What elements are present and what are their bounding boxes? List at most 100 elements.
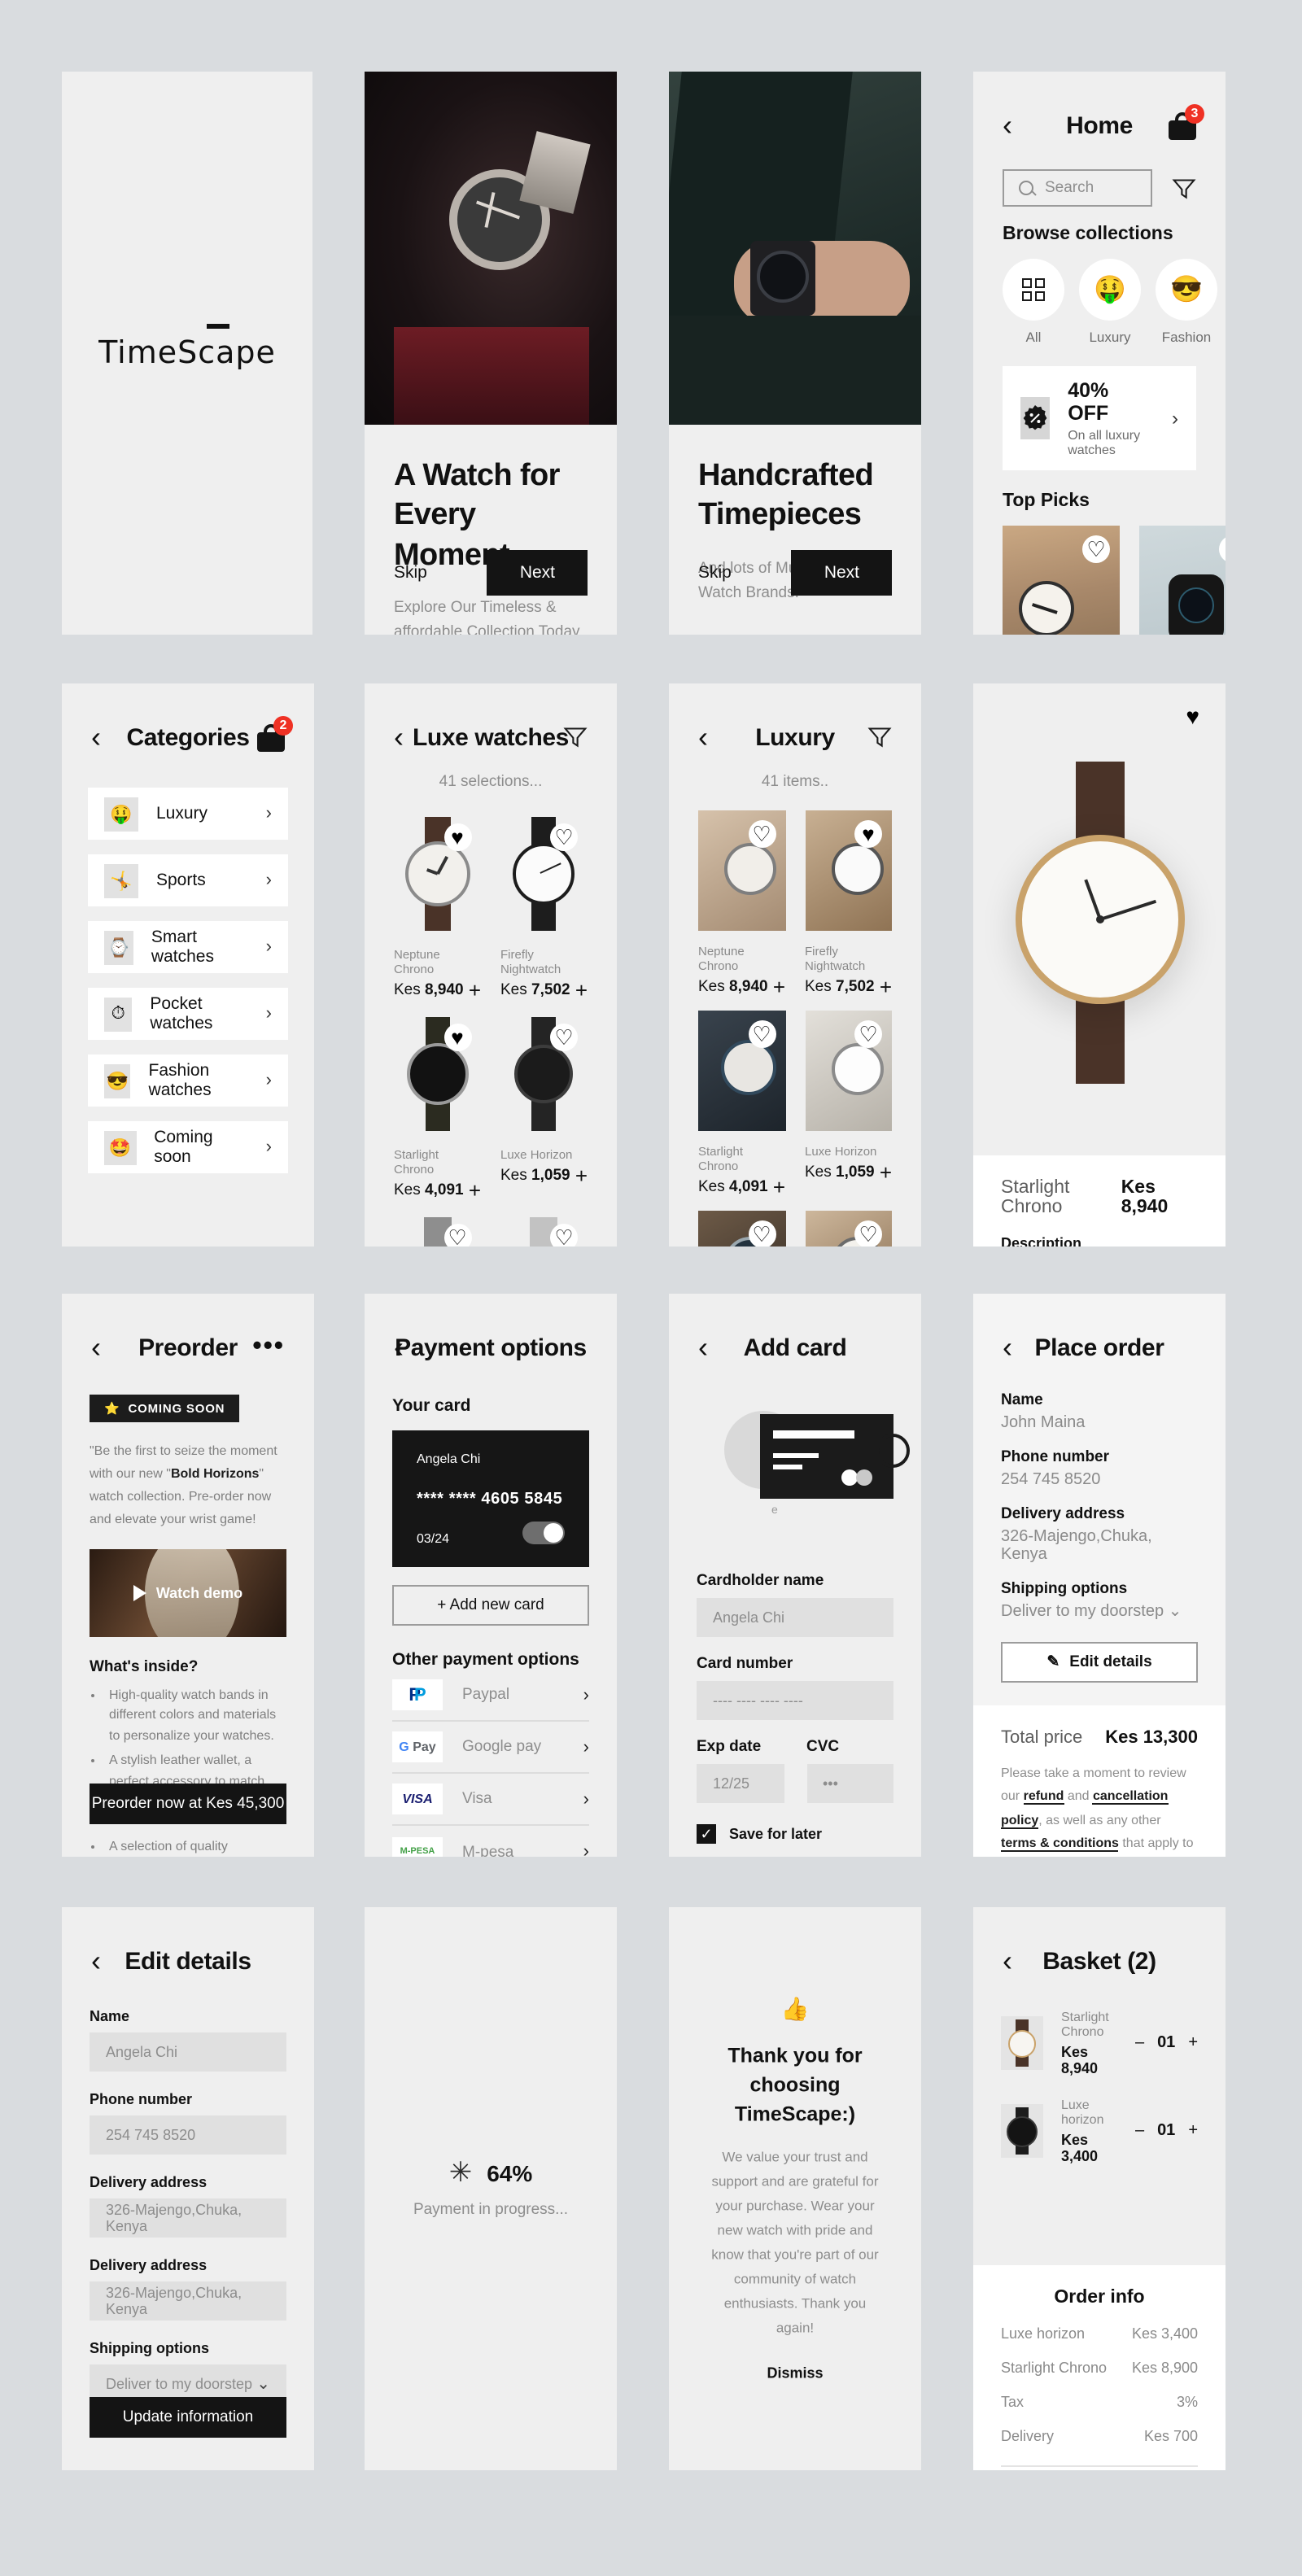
edit-details-button[interactable]: ✎ Edit details [1001,1642,1198,1683]
product-card[interactable]: ♥ Neptune Chrono Kes 8,940 + [394,814,481,1001]
category-item-pocket-watches[interactable]: ⏱ Pocket watches › [88,988,288,1040]
skip-button-2[interactable]: Skip [698,563,732,583]
phone-input[interactable]: 254 745 8520 [90,2115,286,2155]
back-icon[interactable]: ‹ [91,1333,101,1362]
filter-icon[interactable] [867,726,892,749]
payment-method-google-pay[interactable]: G Pay Google pay › [392,1722,589,1774]
back-icon[interactable]: ‹ [1003,111,1012,140]
product-card[interactable]: ♡ [805,1211,892,1247]
favorite-button[interactable]: ♡ [748,820,776,848]
address-input-2[interactable]: 326-Majengo,Chuka, Kenya [90,2281,286,2321]
save-for-later-checkbox[interactable]: ✓ [697,1824,716,1844]
category-item-sports[interactable]: 🤸 Sports › [88,854,288,906]
filter-icon[interactable] [563,726,588,749]
card-enabled-toggle[interactable] [522,1522,565,1544]
watch-demo-video[interactable]: Watch demo [90,1549,286,1637]
back-icon[interactable]: ‹ [698,723,708,752]
name-input[interactable]: Angela Chi [90,2032,286,2072]
favorite-button[interactable]: ♥ [1186,703,1199,732]
add-to-cart-icon[interactable]: + [773,1177,785,1198]
add-to-cart-icon[interactable]: + [469,980,481,1001]
back-icon[interactable]: ‹ [698,1333,708,1362]
decrease-quantity-button[interactable]: – [1135,2122,1144,2140]
product-card[interactable]: ♥ Starlight Chrono Kes 4,091 + [394,1014,481,1201]
favorite-button[interactable]: ♡ [748,1020,776,1048]
cardholder-name-input[interactable]: Angela Chi [697,1598,893,1637]
decrease-quantity-button[interactable]: – [1135,2034,1144,2052]
category-item-luxury[interactable]: 🤑 Luxury › [88,788,288,840]
favorite-button[interactable]: ♥ [854,820,882,848]
back-icon[interactable]: ‹ [91,723,101,752]
collection-fashion[interactable]: 😎 Fashion [1156,259,1217,345]
back-icon[interactable]: ‹ [394,1333,404,1362]
card-number-input[interactable]: ---- ---- ---- ---- [697,1681,893,1720]
favorite-button[interactable]: ♥ [1219,535,1226,563]
favorite-button[interactable]: ♡ [748,1220,776,1247]
exp-date-input[interactable]: 12/25 [697,1764,784,1803]
payment-method-paypal[interactable]: PP Paypal › [392,1670,589,1722]
category-item-smart-watches[interactable]: ⌚ Smart watches › [88,921,288,973]
payment-method-mpesa[interactable]: M-PESA M-pesa › [392,1826,589,1857]
favorite-button[interactable]: ♥ [443,823,471,851]
next-button-2[interactable]: Next [791,550,892,596]
add-to-cart-icon[interactable]: + [880,976,892,998]
quantity-stepper[interactable]: – 01 + [1135,2122,1198,2140]
preorder-button[interactable]: Preorder now at Kes 45,300 [90,1784,286,1824]
basket-item[interactable]: Starlight Chrono Kes 8,940 – 01 + [973,2010,1226,2076]
promo-banner[interactable]: 40% OFF On all luxury watches › [1003,366,1196,470]
favorite-button[interactable]: ♡ [854,1020,882,1048]
favorite-button[interactable]: ♥ [443,1024,471,1051]
increase-quantity-button[interactable]: + [1188,2122,1198,2140]
collections-strip[interactable]: All 🤑 Luxury 😎 Fashion 🤸 Sports ⌚ S [973,259,1226,345]
back-icon[interactable]: ‹ [394,723,404,752]
back-icon[interactable]: ‹ [1003,1333,1012,1362]
product-card[interactable]: ♡ [394,1214,481,1247]
collection-all[interactable]: All [1003,259,1064,345]
collection-luxury[interactable]: 🤑 Luxury [1079,259,1141,345]
add-to-cart-icon[interactable]: + [469,1180,481,1201]
product-card[interactable]: ♡ Neptune Chrono Kes 8,940 + [1003,526,1120,635]
product-card[interactable]: ♡ Luxe Horizon Kes 1,059 + [500,1014,588,1201]
add-to-cart-icon[interactable]: + [880,1162,892,1183]
next-button-1[interactable]: Next [487,550,588,596]
category-item-coming-soon[interactable]: 🤩 Coming soon › [88,1121,288,1173]
product-card[interactable]: ♡ Starlight Chrono Kes 4,091 + [698,1011,785,1198]
product-card[interactable]: ♡ Luxe Horizon Kes 1,059 + [805,1011,892,1198]
back-icon[interactable]: ‹ [1003,1946,1012,1976]
favorite-button[interactable]: ♡ [550,1224,578,1247]
category-item-fashion-watches[interactable]: 😎 Fashion watches › [88,1054,288,1107]
product-card[interactable]: ♡ [500,1214,588,1247]
cart-button[interactable]: 3 [1169,103,1204,139]
add-to-cart-icon[interactable]: + [575,980,588,1001]
shipping-select[interactable]: Deliver to my doorstep ⌄ [1001,1603,1198,1621]
basket-item[interactable]: Luxe horizon Kes 3,400 – 01 + [973,2098,1226,2164]
product-card[interactable]: ♡ Neptune Chrono Kes 8,940 + [698,810,785,998]
saved-card[interactable]: Angela Chi **** **** 4605 5845 03/24 [392,1430,589,1567]
favorite-button[interactable]: ♡ [550,1024,578,1051]
address-input-1[interactable]: 326-Majengo,Chuka, Kenya [90,2198,286,2238]
product-card[interactable]: ♥ Midnight vision Kes 12,000 + [1139,526,1226,635]
payment-method-visa[interactable]: VISA Visa › [392,1774,589,1826]
cvc-input[interactable]: ••• [806,1764,893,1803]
add-to-cart-icon[interactable]: + [773,976,785,998]
product-card[interactable]: ♥ Firefly Nightwatch Kes 7,502 + [805,810,892,998]
dismiss-button[interactable]: Dismiss [708,2365,882,2382]
refund-link[interactable]: refund [1023,1788,1064,1805]
skip-button-1[interactable]: Skip [394,563,427,583]
favorite-button[interactable]: ♡ [550,823,578,851]
favorite-button[interactable]: ♡ [443,1224,471,1247]
update-information-button[interactable]: Update information [90,2397,286,2438]
increase-quantity-button[interactable]: + [1188,2034,1198,2052]
add-to-cart-icon[interactable]: + [575,1165,588,1186]
cart-button[interactable]: 2 [257,715,293,751]
search-input[interactable]: Search [1003,169,1152,207]
add-new-card-button[interactable]: + Add new card [392,1585,589,1626]
product-card[interactable]: ♡ Firefly Nightwatch Kes 7,502 + [500,814,588,1001]
filter-icon[interactable] [1172,177,1196,199]
more-options-icon[interactable]: ••• [252,1334,285,1360]
terms-link[interactable]: terms & conditions [1001,1836,1119,1853]
favorite-button[interactable]: ♡ [1082,535,1110,563]
favorite-button[interactable]: ♡ [854,1220,882,1247]
quantity-stepper[interactable]: – 01 + [1135,2034,1198,2052]
back-icon[interactable]: ‹ [91,1946,101,1976]
